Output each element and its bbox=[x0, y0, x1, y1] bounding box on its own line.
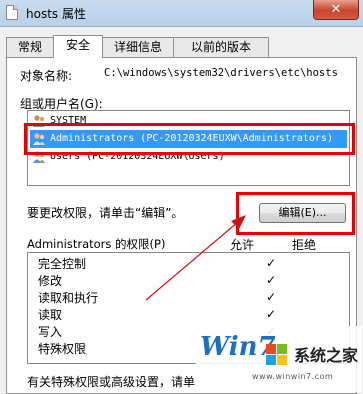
check-icon: ✓ bbox=[265, 256, 277, 270]
allow-header: 允许 bbox=[230, 238, 255, 252]
permission-row: 读取 bbox=[38, 307, 62, 324]
title-bar: hosts 属性 ✕ bbox=[0, 0, 363, 27]
file-icon bbox=[6, 5, 18, 20]
permission-row: 完全控制 bbox=[38, 256, 86, 273]
permission-name: 特殊权限 bbox=[38, 342, 87, 356]
edit-hint: 要更改权限，请单击“编辑”。 bbox=[27, 206, 184, 220]
object-name-label: 对象名称: bbox=[20, 69, 73, 83]
permission-row: 读取和执行 bbox=[38, 290, 98, 307]
windows-flag-icon bbox=[266, 344, 288, 366]
check-icon: ✓ bbox=[265, 290, 277, 304]
check-icon: ✓ bbox=[265, 273, 277, 287]
permission-name: 完全控制 bbox=[38, 257, 87, 271]
close-button[interactable]: ✕ bbox=[313, 0, 359, 20]
tab-previous-versions[interactable]: 以前的版本 bbox=[173, 37, 269, 57]
permission-row: 写入 bbox=[38, 324, 62, 341]
permission-name: 读取 bbox=[38, 308, 63, 322]
tab-details[interactable]: 详细信息 bbox=[102, 37, 174, 57]
permissions-title: Administrators 的权限(P) bbox=[27, 237, 166, 251]
permission-row: 特殊权限 bbox=[38, 341, 86, 358]
highlight-box-edit bbox=[236, 192, 355, 235]
window-title: hosts 属性 bbox=[26, 7, 86, 21]
permission-name: 写入 bbox=[38, 325, 63, 339]
highlight-box-administrators bbox=[24, 123, 355, 155]
permission-name: 读取和执行 bbox=[38, 291, 99, 305]
permission-name: 修改 bbox=[38, 274, 63, 288]
tab-security[interactable]: 安全 bbox=[53, 35, 103, 58]
watermark-text: 系统之家 bbox=[294, 346, 359, 365]
check-icon: ✓ bbox=[265, 307, 277, 321]
deny-header: 拒绝 bbox=[292, 238, 317, 252]
advanced-hint: 有关特殊权限或高级设置，请单 bbox=[27, 375, 196, 389]
watermark-logo: Win7 bbox=[200, 332, 276, 362]
permission-row: 修改 bbox=[38, 273, 62, 290]
tab-general[interactable]: 常规 bbox=[6, 37, 54, 57]
watermark-url: www.winwin7.com bbox=[252, 372, 334, 381]
watermark: Win7 系统之家 www.winwin7.com bbox=[196, 326, 362, 392]
object-path: C:\windows\system32\drivers\etc\hosts bbox=[104, 67, 338, 79]
